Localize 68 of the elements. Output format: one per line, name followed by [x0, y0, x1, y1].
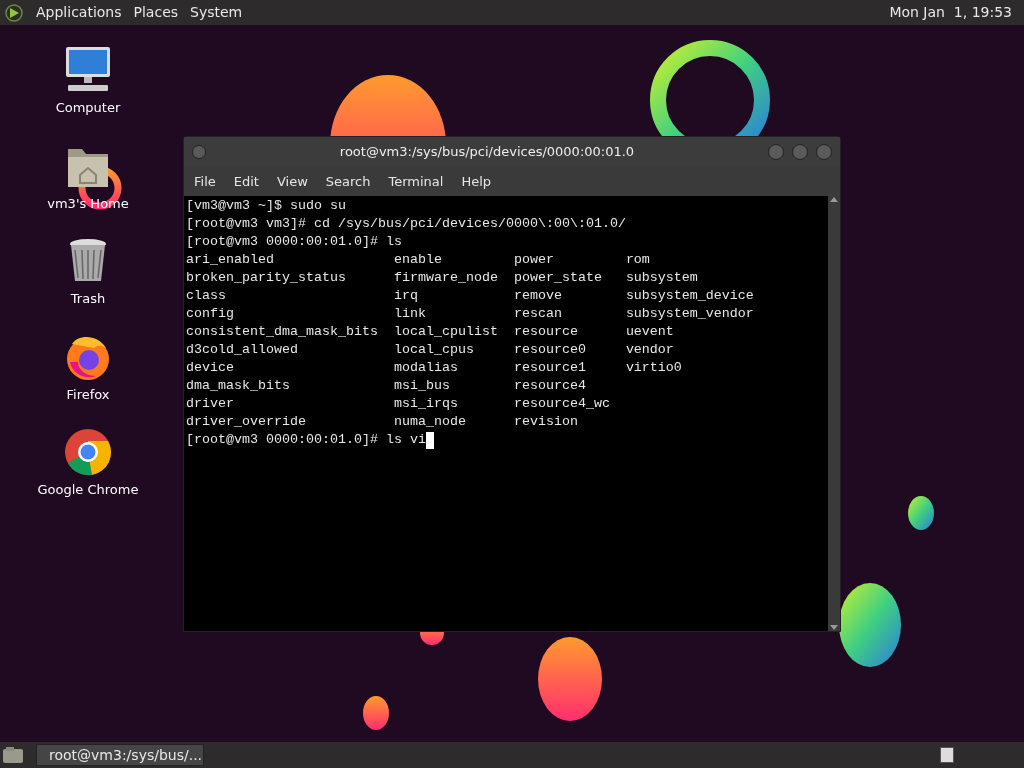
file-name: resource0 — [513, 342, 586, 357]
file-name: numa_node — [393, 414, 466, 429]
file-name: ari_enabled — [186, 252, 274, 267]
window-title: root@vm3:/sys/bus/pci/devices/0000:00:01.0 — [339, 143, 635, 162]
file-name: resource4 — [513, 378, 586, 393]
panel-menu[interactable]: System — [190, 2, 243, 23]
file-name: local_cpus — [393, 342, 474, 357]
terminal-line: [root@vm3 0000:00:01.0]# ls vi — [186, 431, 426, 449]
panel-menu[interactable]: Applications — [36, 2, 122, 23]
file-name: link — [393, 306, 426, 321]
file-name: subsystem_device — [625, 288, 754, 303]
maximize-button[interactable] — [792, 144, 808, 160]
file-name: local_cpulist — [393, 324, 498, 339]
file-name: vendor — [625, 342, 674, 357]
terminal-line: [vm3@vm3 ~]$ sudo su — [186, 197, 346, 215]
terminal-line: [root@vm3 0000:00:01.0]# ls — [186, 233, 402, 251]
file-name: power_state — [513, 270, 602, 285]
scrollbar[interactable] — [828, 196, 840, 631]
menu-item[interactable]: Terminal — [388, 171, 444, 192]
desktop-icon-label[interactable]: Computer — [55, 98, 121, 118]
file-name: rom — [625, 252, 650, 267]
file-name: subsystem_vendor — [625, 306, 754, 321]
menu-item[interactable]: View — [276, 171, 308, 192]
file-name: dma_mask_bits — [186, 378, 290, 393]
taskbar-button[interactable]: root@vm3:/sys/bus/... — [36, 744, 204, 766]
file-name: msi_irqs — [393, 396, 458, 411]
clock[interactable]: Mon Jan 1, 19:53 — [889, 2, 1020, 23]
text-cursor — [425, 431, 434, 449]
show-desktop-icon[interactable] — [2, 746, 24, 764]
file-name: modalias — [393, 360, 458, 375]
menu-item[interactable]: Help — [461, 171, 492, 192]
desktop-icon-label[interactable]: Google Chrome — [37, 480, 139, 500]
file-name: driver_override — [186, 414, 306, 429]
file-name: firmware_node — [393, 270, 498, 285]
file-name: broken_parity_status — [186, 270, 346, 285]
menu-item[interactable]: Edit — [233, 171, 259, 192]
terminal-line: [root@vm3 vm3]# cd /sys/bus/pci/devices/0000\:00\:01.0/ — [186, 215, 626, 233]
window-menu-button[interactable] — [192, 145, 206, 159]
file-name: resource1 — [513, 360, 586, 375]
file-name: d3cold_allowed — [186, 342, 298, 357]
minimize-button[interactable] — [768, 144, 784, 160]
file-name: rescan — [513, 306, 562, 321]
menu-item[interactable]: File — [194, 171, 216, 192]
file-name: class — [186, 288, 226, 303]
menu-item[interactable]: Search — [325, 171, 371, 192]
panel-logo-icon[interactable] — [4, 2, 24, 23]
file-name: msi_bus — [393, 378, 450, 393]
file-name: resource4_wc — [513, 396, 610, 411]
file-name: enable — [393, 252, 442, 267]
file-name: resource — [513, 324, 578, 339]
file-name: remove — [513, 288, 562, 303]
workspace-switcher[interactable] — [940, 747, 954, 763]
close-button[interactable] — [816, 144, 832, 160]
file-name: uevent — [625, 324, 674, 339]
chrome-icon — [62, 427, 114, 477]
file-name: device — [186, 360, 234, 375]
file-name: irq — [393, 288, 418, 303]
scroll-down-icon — [830, 625, 838, 631]
desktop-icon-label[interactable]: Trash — [70, 289, 106, 309]
desktop-icon-label[interactable]: Firefox — [66, 384, 110, 404]
file-name: subsystem — [625, 270, 698, 285]
file-name: driver — [186, 396, 234, 411]
file-name: virtio0 — [625, 360, 682, 375]
file-name: power — [513, 252, 554, 267]
file-name: config — [186, 306, 234, 321]
panel-menu[interactable]: Places — [133, 2, 179, 23]
file-name: consistent_dma_mask_bits — [186, 324, 378, 339]
file-name: revision — [513, 414, 578, 429]
